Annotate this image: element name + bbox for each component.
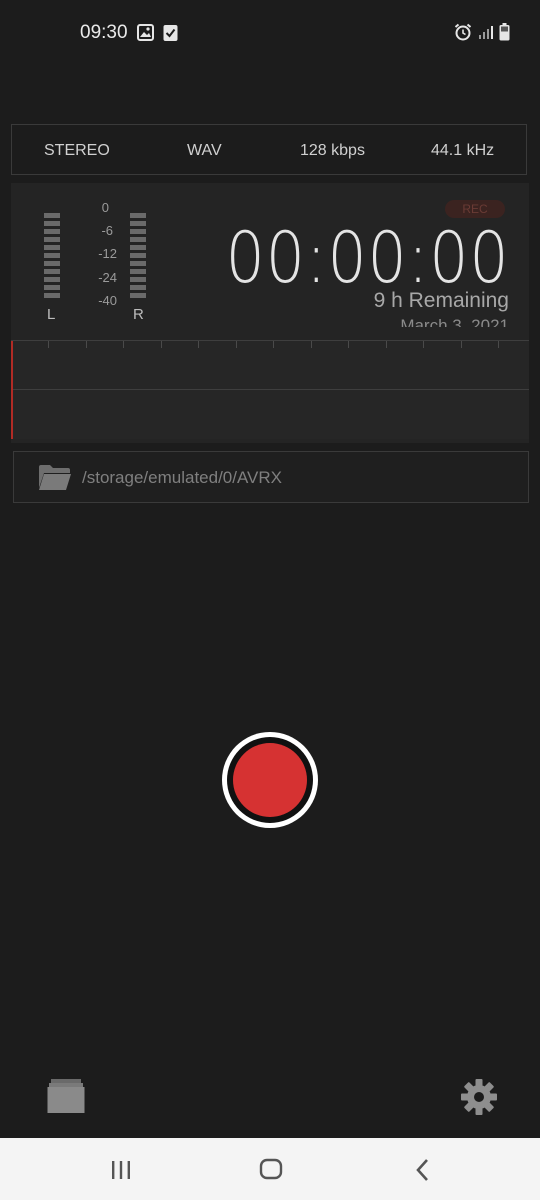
meter-segment (130, 253, 146, 258)
meter-segment (44, 245, 60, 250)
meter-segment (130, 277, 146, 282)
recents-icon[interactable] (110, 1160, 132, 1185)
storage-path-bar[interactable]: /storage/emulated/0/AVRX (13, 451, 529, 503)
meter-segment (44, 269, 60, 274)
waveform-center-line (11, 389, 529, 390)
remaining-time: 9 h Remaining (373, 289, 509, 312)
task-check-icon (163, 24, 178, 46)
timeline-tick (123, 341, 124, 348)
timeline-tick (198, 341, 199, 348)
db-tick: -24 (98, 270, 117, 285)
meter-segment (130, 237, 146, 242)
level-meter-right (130, 213, 146, 301)
timeline-tick (461, 341, 462, 348)
rec-indicator-badge: REC (445, 200, 505, 218)
recording-timer: 00:00:00 (225, 217, 509, 299)
recorder-screen: 09:30 STEREO WAV 128 kbps 44.1 kHz L 0 -… (0, 0, 540, 1200)
left-channel-label: L (47, 306, 56, 323)
system-navigation-bar (0, 1138, 540, 1200)
timeline-tick (311, 341, 312, 348)
timeline-tick (236, 341, 237, 348)
status-bar: 09:30 (0, 0, 540, 66)
sample-rate-label: 44.1 kHz (431, 142, 495, 159)
db-tick: 0 (101, 200, 109, 215)
meter-segment (130, 213, 146, 218)
meter-segment (44, 293, 60, 298)
status-time: 09:30 (80, 22, 128, 43)
gallery-icon (137, 24, 154, 46)
timeline-tick (423, 341, 424, 348)
home-icon[interactable] (259, 1157, 283, 1186)
timeline-tick (386, 341, 387, 348)
record-button[interactable] (222, 732, 318, 828)
meter-segment (130, 285, 146, 290)
bitrate-label: 128 kbps (300, 142, 365, 159)
record-icon (233, 743, 307, 817)
meter-segment (130, 293, 146, 298)
meter-segment (44, 213, 60, 218)
level-meter-left (44, 213, 60, 301)
settings-gear-icon[interactable] (460, 1078, 498, 1121)
folder-icon (38, 464, 72, 496)
recorder-panel: L 0 -6 -12 -24 -40 R REC 00:00:00 9 h Re… (11, 183, 529, 443)
channels-label: STEREO (44, 142, 110, 159)
meter-segment (44, 277, 60, 282)
meter-segment (44, 285, 60, 290)
right-channel-label: R (133, 306, 144, 323)
db-tick: -12 (98, 246, 117, 261)
timeline-tick (498, 341, 499, 348)
meter-segment (44, 221, 60, 226)
file-type-label: WAV (187, 142, 222, 159)
timeline-tick (273, 341, 274, 348)
db-tick: -40 (98, 293, 117, 308)
playhead (11, 341, 13, 439)
timeline-tick (348, 341, 349, 348)
signal-icon (478, 25, 493, 45)
waveform-view[interactable] (11, 340, 529, 439)
storage-path-text: /storage/emulated/0/AVRX (82, 468, 283, 487)
db-tick: -6 (101, 223, 113, 238)
recordings-list-icon[interactable] (47, 1078, 85, 1119)
meter-segment (44, 229, 60, 234)
meter-segment (130, 229, 146, 234)
meter-segment (130, 261, 146, 266)
battery-icon (499, 23, 510, 46)
timeline-tick (48, 341, 49, 348)
recording-date: March 3, 2021 (400, 316, 509, 327)
timeline-tick (161, 341, 162, 348)
meter-segment (44, 261, 60, 266)
timeline-tick (86, 341, 87, 348)
meter-segment (130, 269, 146, 274)
format-info-bar[interactable]: STEREO WAV 128 kbps 44.1 kHz (11, 124, 527, 175)
back-icon[interactable] (414, 1158, 432, 1187)
meter-segment (130, 221, 146, 226)
meter-segment (130, 245, 146, 250)
meter-segment (44, 253, 60, 258)
alarm-icon (454, 23, 472, 46)
meter-segment (44, 237, 60, 242)
